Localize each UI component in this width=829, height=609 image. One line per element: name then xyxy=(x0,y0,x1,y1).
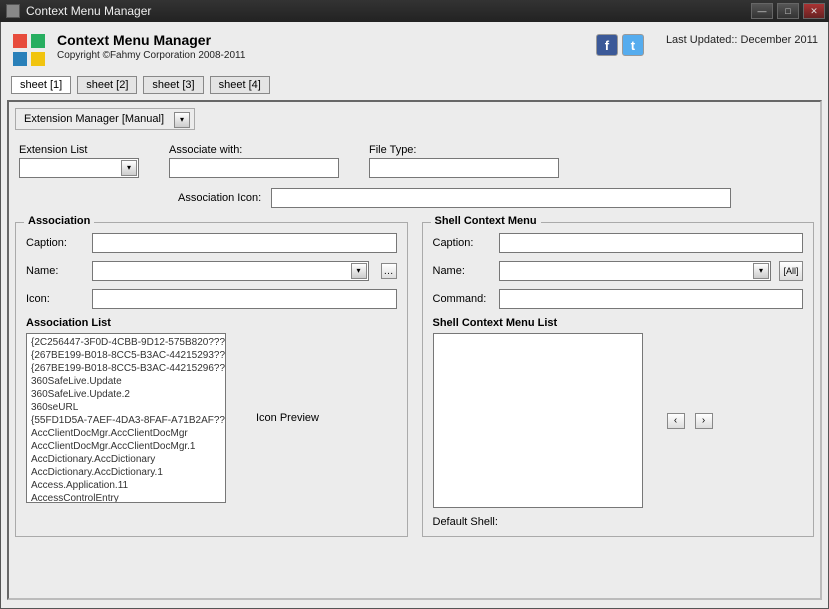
extension-manager-label: Extension Manager [Manual] xyxy=(24,113,164,125)
list-item[interactable]: 360seURL xyxy=(29,401,223,414)
twitter-icon[interactable]: t xyxy=(622,34,644,56)
assoc-icon-input[interactable] xyxy=(92,289,397,309)
list-item[interactable]: AccClientDocMgr.AccClientDocMgr.1 xyxy=(29,440,223,453)
facebook-icon[interactable]: f xyxy=(596,34,618,56)
list-item[interactable]: AccClientDocMgr.AccClientDocMgr xyxy=(29,427,223,440)
list-item[interactable]: AccDictionary.AccDictionary.1 xyxy=(29,466,223,479)
association-icon-label: Association Icon: xyxy=(178,192,261,204)
extension-list-combo[interactable]: ▾ xyxy=(19,158,139,178)
maximize-button[interactable]: □ xyxy=(777,3,799,19)
list-item[interactable]: {2C256447-3F0D-4CBB-9D12-575B820???} xyxy=(29,336,223,349)
shell-name-label: Name: xyxy=(433,265,491,277)
assoc-name-combo[interactable]: ▾ xyxy=(92,261,369,281)
shell-caption-input[interactable] xyxy=(499,233,804,253)
file-type-input[interactable] xyxy=(369,158,559,178)
extension-list-label: Extension List xyxy=(19,144,139,156)
sheet-tab-2[interactable]: sheet [2] xyxy=(77,76,137,94)
shell-command-label: Command: xyxy=(433,293,491,305)
associate-with-input[interactable] xyxy=(169,158,339,178)
association-legend: Association xyxy=(24,215,94,227)
icon-preview-label: Icon Preview xyxy=(256,412,319,424)
minimize-button[interactable]: — xyxy=(751,3,773,19)
titlebar: Context Menu Manager — □ ✕ xyxy=(0,0,829,22)
chevron-down-icon[interactable]: ▾ xyxy=(351,263,367,279)
shell-name-combo[interactable]: ▾ xyxy=(499,261,772,281)
assoc-icon-label: Icon: xyxy=(26,293,84,305)
extension-manager-dropdown[interactable]: Extension Manager [Manual] ▾ xyxy=(15,108,195,130)
assoc-name-browse-button[interactable]: … xyxy=(381,263,397,279)
app-icon xyxy=(6,4,20,18)
app-title: Context Menu Manager xyxy=(57,32,586,48)
association-icon-input[interactable] xyxy=(271,188,731,208)
shell-command-input[interactable] xyxy=(499,289,804,309)
assoc-caption-input[interactable] xyxy=(92,233,397,253)
sheet-tab-3[interactable]: sheet [3] xyxy=(143,76,203,94)
list-item[interactable]: AccessControlEntry xyxy=(29,492,223,503)
last-updated: Last Updated:: December 2011 xyxy=(666,34,818,46)
list-item[interactable]: AccDictionary.AccDictionary xyxy=(29,453,223,466)
list-item[interactable]: {267BE199-B018-8CC5-B3AC-44215293??} xyxy=(29,349,223,362)
list-item[interactable]: 360SafeLive.Update.2 xyxy=(29,388,223,401)
shell-context-menu-listbox[interactable] xyxy=(433,333,643,508)
list-item[interactable]: 360SafeLive.Update xyxy=(29,375,223,388)
shell-list-button-2[interactable]: › xyxy=(695,413,713,429)
sheet-tab-1[interactable]: sheet [1] xyxy=(11,76,71,94)
list-item[interactable]: {55FD1D5A-7AEF-4DA3-8FAF-A71B2AF??} xyxy=(29,414,223,427)
default-shell-label: Default Shell: xyxy=(433,516,498,528)
shell-context-menu-group: Shell Context Menu Caption: Name: ▾ [All… xyxy=(422,222,815,537)
sheet-tab-4[interactable]: sheet [4] xyxy=(210,76,270,94)
associate-with-label: Associate with: xyxy=(169,144,339,156)
shell-caption-label: Caption: xyxy=(433,237,491,249)
chevron-down-icon[interactable]: ▾ xyxy=(753,263,769,279)
list-item[interactable]: {267BE199-B018-8CC5-B3AC-44215296??} xyxy=(29,362,223,375)
window-title: Context Menu Manager xyxy=(26,4,751,18)
assoc-name-label: Name: xyxy=(26,265,84,277)
windows-logo-icon xyxy=(11,32,47,68)
shell-list-legend: Shell Context Menu List xyxy=(433,317,804,329)
association-list-legend: Association List xyxy=(26,317,397,329)
shell-list-button-1[interactable]: ‹ xyxy=(667,413,685,429)
assoc-caption-label: Caption: xyxy=(26,237,84,249)
list-item[interactable]: Access.Application.11 xyxy=(29,479,223,492)
chevron-down-icon[interactable]: ▾ xyxy=(174,112,190,128)
association-listbox[interactable]: {2C256447-3F0D-4CBB-9D12-575B820???}{267… xyxy=(26,333,226,503)
chevron-down-icon[interactable]: ▾ xyxy=(121,160,137,176)
association-group: Association Caption: Name: ▾ … Icon: xyxy=(15,222,408,537)
file-type-label: File Type: xyxy=(369,144,559,156)
shell-legend: Shell Context Menu xyxy=(431,215,541,227)
all-button[interactable]: [All] xyxy=(779,261,803,281)
app-copyright: Copyright ©Fahmy Corporation 2008-2011 xyxy=(57,50,586,61)
close-button[interactable]: ✕ xyxy=(803,3,825,19)
sheet-tabs: sheet [1] sheet [2] sheet [3] sheet [4] xyxy=(7,76,822,100)
